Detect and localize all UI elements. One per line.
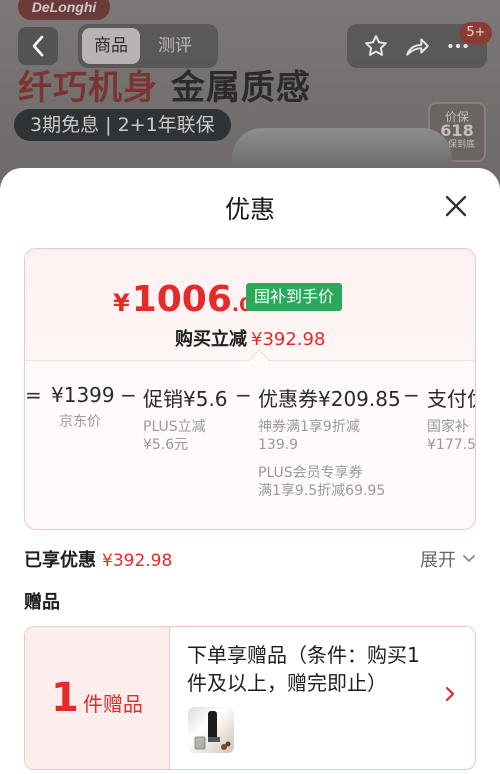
hero-title: 纤巧机身 金属质感	[18, 60, 311, 109]
gift-count: 1 件赠品	[51, 675, 143, 721]
promo-pill: 3期免息 | 2+1年联保	[14, 109, 231, 141]
tab-product[interactable]: 商品	[82, 28, 140, 64]
gift-section-title: 赠品	[24, 592, 60, 613]
formula-sub: 国家补	[427, 419, 469, 435]
subsidy-price-tag: 国补到手价	[246, 283, 343, 311]
hero-title-highlight: 纤巧机身	[18, 68, 158, 108]
hero-title-rest: 金属质感	[170, 68, 311, 108]
formula-head: ¥1399	[51, 383, 115, 407]
close-button[interactable]	[442, 192, 470, 220]
chevron-down-icon	[463, 555, 475, 562]
back-arrow-icon	[32, 35, 44, 57]
price-breakdown-card: ¥ 1006 .02 国补到手价 购买立减¥392.98 = ¥1399 京东价…	[24, 248, 476, 530]
gift-card[interactable]: 1 件赠品 下单享赠品（条件：购买1件及以上，赠完即止）	[24, 626, 476, 770]
formula-sub: ¥5.6元	[143, 437, 189, 453]
formula-sub: PLUS立减	[143, 419, 206, 435]
gift-product-image	[194, 711, 231, 750]
brand-logo: DeLonghi	[18, 0, 110, 20]
formula-item-promotion: 促销¥5.6 PLUS立减 ¥5.6元	[143, 383, 228, 454]
formula-head: 优惠券¥209.85	[258, 387, 401, 411]
formula-sub: PLUS会员专享券	[258, 465, 363, 481]
gift-count-number: 1	[51, 675, 79, 721]
enjoyed-label: 已享优惠	[24, 550, 96, 571]
formula-sub: 京东价	[59, 414, 101, 430]
reduction-value: ¥392.98	[251, 329, 326, 350]
minus-sign: −	[403, 383, 420, 407]
sheet-title: 优惠	[224, 195, 275, 224]
product-page-background: DeLonghi 商品 测评 5+ 纤巧机身 金属质感 3期免息 | 2+1年联	[0, 0, 500, 180]
formula-item-jd-price: ¥1399 京东价	[51, 383, 115, 431]
expand-button[interactable]: 展开	[420, 546, 476, 572]
formula-head: 支付优	[427, 387, 475, 411]
share-icon	[406, 38, 429, 56]
purchase-reduction: 购买立减 ¥392.98	[175, 325, 325, 351]
price-integer: 1006	[131, 279, 232, 320]
price-formula: = ¥1399 京东价 − 促销¥5.6 PLUS立减 ¥5.6元 − 优惠券¥…	[25, 383, 475, 523]
chevron-right-icon	[445, 686, 455, 702]
formula-item-coupon: 优惠券¥209.85 神券满1享9折减 139.9 PLUS会员专享券 满1享9…	[258, 383, 401, 500]
gift-count-panel: 1 件赠品	[25, 627, 170, 769]
expand-label: 展开	[420, 550, 456, 571]
minus-sign: −	[120, 383, 137, 407]
formula-head: 促销¥5.6	[143, 387, 228, 411]
star-icon	[364, 35, 387, 56]
minus-sign: −	[235, 383, 252, 407]
price-currency: ¥	[113, 289, 130, 317]
enjoyed-discount-row: 已享优惠 ¥392.98 展开	[24, 546, 476, 572]
gift-count-unit: 件赠品	[82, 692, 143, 716]
gift-thumbnail[interactable]	[188, 707, 234, 753]
close-icon	[445, 195, 467, 217]
formula-sub: 139.9	[258, 437, 299, 453]
final-price-area: ¥ 1006 .02 国补到手价 购买立减¥392.98	[25, 249, 475, 361]
share-button[interactable]	[403, 32, 431, 60]
formula-item-payment: 支付优 国家补 ¥177.5	[427, 383, 476, 454]
favorite-button[interactable]	[362, 32, 390, 60]
equals-sign: =	[25, 383, 42, 407]
enjoyed-value: ¥392.98	[102, 551, 173, 571]
reduction-label: 购买立减	[175, 329, 247, 350]
formula-sub: 满1享9.5折减69.95	[258, 483, 386, 499]
formula-sub: ¥177.5	[427, 437, 476, 453]
final-price: ¥ 1006 .02	[113, 279, 266, 320]
gift-description: 下单享赠品（条件：购买1件及以上，赠完即止）	[187, 643, 420, 695]
discount-sheet: 优惠 ¥ 1006 .02 国补到手价 购买立减¥392.98 = ¥1399 …	[0, 168, 500, 774]
formula-sub: 神券满1享9折减	[258, 419, 360, 435]
tab-review[interactable]: 测评	[146, 28, 204, 64]
cart-badge: 5+	[460, 22, 492, 44]
